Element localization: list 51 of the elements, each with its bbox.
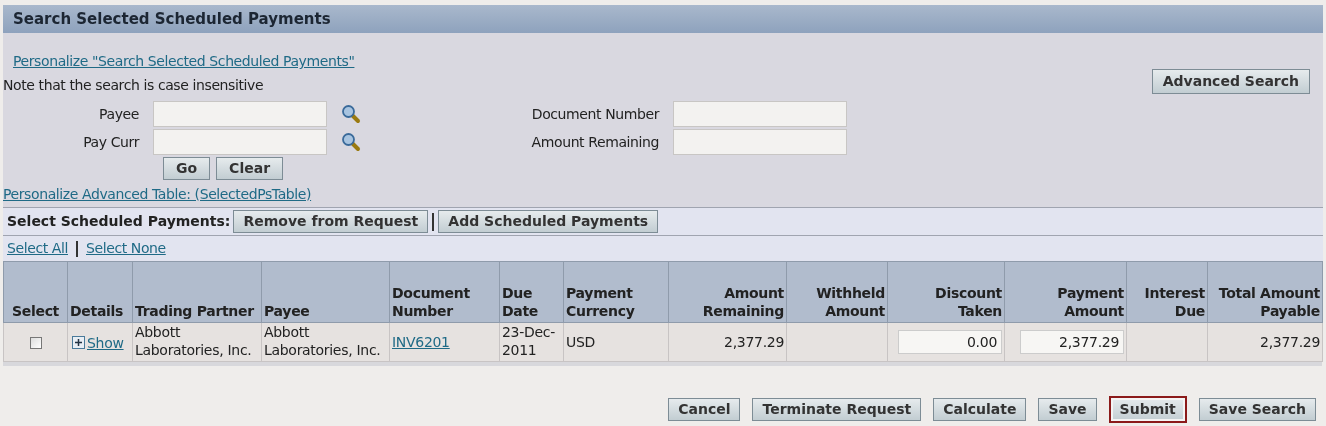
checkbox[interactable] [29, 337, 42, 349]
footer-button[interactable]: Save Search [1198, 398, 1316, 421]
selection-link[interactable]: Select All [7, 238, 68, 259]
column-header: Withheld Amount [786, 261, 888, 323]
section-header: Search Selected Scheduled Payments [3, 5, 1323, 33]
search-icon[interactable] [341, 104, 361, 124]
search-icon[interactable] [341, 132, 361, 152]
input-field[interactable]: 2,377.29 [1020, 330, 1124, 354]
column-header: Amount Remaining [668, 261, 787, 323]
field-label: Payee [98, 104, 140, 124]
column-header: Total Amount Payable [1207, 261, 1323, 323]
personalize-link[interactable]: Personalize "Search Selected Scheduled Payments" [13, 53, 355, 69]
input-field[interactable] [153, 129, 327, 155]
table-cell: 2,377.29 [1207, 322, 1323, 362]
input-field[interactable] [673, 129, 847, 155]
input-field[interactable]: 0.00 [898, 330, 1002, 354]
column-header: Due Date [499, 261, 564, 323]
table-cell: Abbott Laboratories, Inc. [261, 322, 390, 362]
selection-link[interactable]: Select None [86, 238, 166, 259]
table-cell: 23-Dec-2011 [499, 322, 564, 362]
input-field[interactable] [673, 101, 847, 127]
field-label: Document Number [530, 104, 661, 124]
footer-button[interactable]: Submit [1108, 396, 1187, 423]
column-header: Payment Amount [1004, 261, 1127, 323]
table-cell: Abbott Laboratories, Inc. [132, 322, 262, 362]
footer-button[interactable]: Save [1038, 398, 1097, 421]
column-header: Interest Due [1126, 261, 1208, 323]
footer-button[interactable]: Cancel [668, 398, 741, 421]
footer-button[interactable]: Calculate [933, 398, 1027, 421]
table-cell: 2,377.29 [668, 322, 787, 362]
toolbar-label: Select Scheduled Payments: [7, 212, 231, 231]
footer-button[interactable]: Terminate Request [752, 398, 922, 421]
expand-icon[interactable] [72, 336, 85, 349]
input-field[interactable] [153, 101, 327, 127]
personalize-table-link[interactable]: Personalize Advanced Table: (SelectedPsTable) [3, 186, 312, 202]
column-header: Details [67, 261, 133, 323]
field-label: Amount Remaining [530, 132, 660, 152]
toolbar-button[interactable]: Add Scheduled Payments [438, 210, 659, 233]
search-note: Note that the search is case insensitive [3, 77, 264, 93]
clear-button[interactable]: Clear [216, 157, 284, 180]
column-header: Payment Currency [563, 261, 669, 323]
table-cell: USD [563, 322, 669, 362]
column-header: Document Number [389, 261, 500, 323]
column-header: Trading Partner [132, 261, 262, 323]
column-header: Discount Taken [887, 261, 1005, 323]
field-label: Pay Curr [82, 132, 141, 152]
toolbar-button[interactable]: Remove from Request [233, 210, 429, 233]
column-header: Payee [261, 261, 390, 323]
go-button[interactable]: Go [163, 157, 211, 180]
column-header: Select [3, 261, 68, 323]
advanced-search-button[interactable]: Advanced Search [1151, 69, 1310, 94]
